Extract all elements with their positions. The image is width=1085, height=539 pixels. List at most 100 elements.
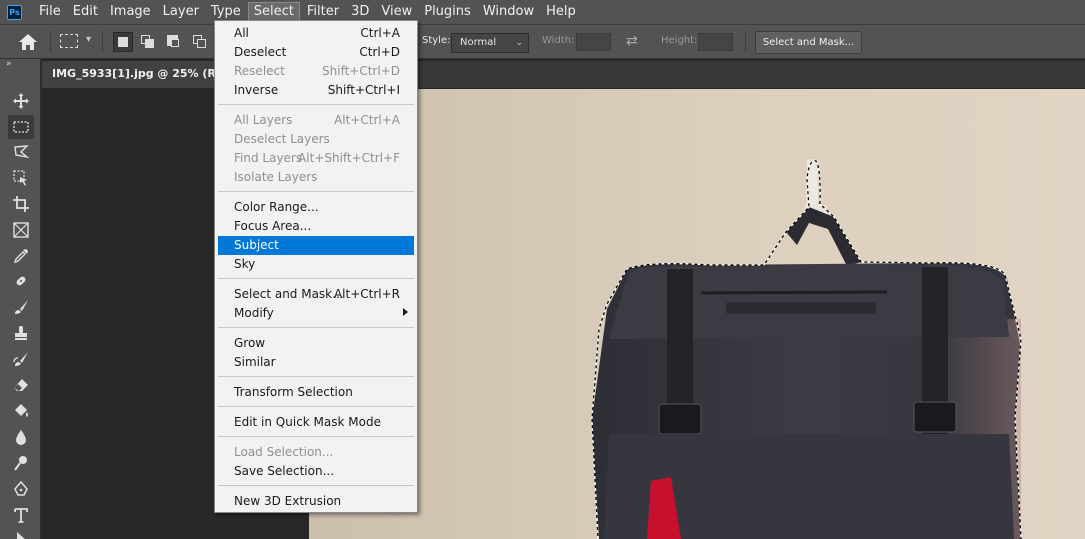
intersect-selection-button[interactable]: [190, 32, 210, 52]
collapse-panel-icon[interactable]: »: [6, 59, 11, 69]
width-field[interactable]: [576, 33, 611, 51]
menu-item-grow[interactable]: Grow: [218, 334, 414, 353]
menu-item-label: Save Selection...: [234, 464, 335, 478]
frame-tool[interactable]: [8, 218, 34, 242]
menu-separator: [218, 406, 414, 407]
hanging-strap: [786, 207, 861, 266]
menu-image[interactable]: Image: [105, 2, 156, 22]
paint-bucket-tool[interactable]: [8, 399, 34, 423]
document-image[interactable]: [309, 89, 1085, 539]
dodge-tool[interactable]: [8, 451, 34, 475]
menu-type[interactable]: Type: [206, 2, 246, 22]
home-icon[interactable]: [17, 32, 39, 52]
blur-tool[interactable]: [8, 425, 34, 449]
menu-item-load-selection[interactable]: Load Selection...: [218, 443, 414, 462]
pen-icon: [14, 480, 28, 496]
photoshop-window: Ps File Edit Image Layer Type Select Filter 3D V…: [0, 0, 1085, 539]
menu-separator: [218, 436, 414, 437]
menu-item-modify[interactable]: Modify: [218, 304, 414, 323]
dodge-icon: [14, 456, 27, 471]
menu-bar: Ps File Edit Image Layer Type Select Filter 3D V…: [0, 0, 1085, 24]
menu-item-subject[interactable]: Subject: [218, 236, 414, 255]
lasso-tool[interactable]: [8, 140, 34, 164]
history-brush-icon: [13, 352, 28, 366]
menu-item-isolate-layers[interactable]: Isolate Layers: [218, 168, 414, 187]
menu-item-label: Grow: [234, 336, 266, 350]
menu-item-color-range[interactable]: Color Range...: [218, 198, 414, 217]
style-select[interactable]: Normal ⌄: [451, 33, 529, 53]
pen-tool[interactable]: [8, 477, 34, 501]
menu-item-shortcut: Alt+Ctrl+A: [334, 113, 400, 127]
menu-item-find-layers[interactable]: Find Layers Alt+Shift+Ctrl+F: [218, 149, 414, 168]
menu-item-focus-area[interactable]: Focus Area...: [218, 217, 414, 236]
menu-item-label: Modify: [234, 306, 274, 320]
menu-help[interactable]: Help: [541, 2, 581, 22]
new-selection-button[interactable]: [113, 32, 133, 52]
menu-edit[interactable]: Edit: [68, 2, 103, 22]
menu-plugins[interactable]: Plugins: [419, 2, 476, 22]
frame-icon: [13, 222, 29, 238]
menu-filter[interactable]: Filter: [302, 2, 344, 22]
select-and-mask-button[interactable]: Select and Mask...: [755, 31, 862, 54]
healing-brush-icon: [16, 276, 26, 286]
menu-file[interactable]: File: [34, 2, 66, 22]
eyedropper-tool[interactable]: [8, 244, 34, 268]
brush-tool[interactable]: [8, 295, 34, 319]
menu-item-edit-in-quick-mask-mode[interactable]: Edit in Quick Mask Mode: [218, 413, 414, 432]
menu-item-inverse[interactable]: Inverse Shift+Ctrl+I: [218, 81, 414, 100]
subtract-from-selection-button[interactable]: [164, 32, 184, 52]
swap-icon[interactable]: ⇄: [626, 33, 638, 49]
menu-3d[interactable]: 3D: [346, 2, 374, 22]
menu-separator: [218, 278, 414, 279]
add-selection-icon-back: [145, 39, 154, 48]
menu-item-label: Similar: [234, 355, 276, 369]
menu-layer[interactable]: Layer: [158, 2, 204, 22]
divider: [50, 31, 51, 53]
divider: [102, 31, 103, 53]
menu-item-label: Deselect: [234, 45, 287, 59]
brush-icon: [15, 300, 28, 314]
menu-item-label: Deselect Layers: [234, 132, 330, 146]
eraser-tool[interactable]: [8, 373, 34, 397]
history-brush-tool[interactable]: [8, 347, 34, 371]
clone-stamp-tool[interactable]: [8, 321, 34, 345]
menu-item-shortcut: Alt+Ctrl+R: [333, 287, 400, 301]
move-tool[interactable]: [8, 89, 34, 113]
menu-item-deselect-layers[interactable]: Deselect Layers: [218, 130, 414, 149]
menu-item-all-layers[interactable]: All Layers Alt+Ctrl+A: [218, 111, 414, 130]
chevron-down-icon[interactable]: ▾: [86, 34, 91, 45]
menu-view[interactable]: View: [376, 2, 417, 22]
menu-select[interactable]: Select: [247, 2, 300, 22]
height-field[interactable]: [698, 33, 733, 51]
menu-item-save-selection[interactable]: Save Selection...: [218, 462, 414, 481]
menu-item-all[interactable]: All Ctrl+A: [218, 24, 414, 43]
height-label: Height:: [661, 35, 698, 46]
menu-item-new-3d-extrusion[interactable]: New 3D Extrusion: [218, 492, 414, 511]
menu-item-transform-selection[interactable]: Transform Selection: [218, 383, 414, 402]
marquee-preset-icon[interactable]: [60, 34, 78, 48]
object-selection-tool[interactable]: [8, 166, 34, 190]
menu-item-select-and-mask[interactable]: Select and Mask... Alt+Ctrl+R: [218, 285, 414, 304]
paint-bucket-icon: [15, 404, 28, 417]
rectangular-marquee-tool[interactable]: [8, 115, 34, 139]
menu-item-sky[interactable]: Sky: [218, 255, 414, 274]
type-tool[interactable]: [8, 503, 34, 527]
add-to-selection-button[interactable]: [138, 32, 158, 52]
menu-item-label: New 3D Extrusion: [234, 494, 342, 508]
menu-item-deselect[interactable]: Deselect Ctrl+D: [218, 43, 414, 62]
menu-item-reselect[interactable]: Reselect Shift+Ctrl+D: [218, 62, 414, 81]
menu-item-label: Color Range...: [234, 200, 319, 214]
menu-item-similar[interactable]: Similar: [218, 353, 414, 372]
path-selection-tool[interactable]: [8, 527, 34, 539]
menu-item-label: Edit in Quick Mask Mode: [234, 415, 381, 429]
menu-item-label: Find Layers: [234, 151, 303, 165]
crop-tool[interactable]: [8, 192, 34, 216]
divider: [745, 31, 746, 53]
menu-window[interactable]: Window: [478, 2, 539, 22]
menu-separator: [218, 104, 414, 105]
rectangular-marquee-icon: [13, 121, 29, 133]
healing-brush-tool[interactable]: [8, 269, 34, 293]
select-menu-dropdown: All Ctrl+A Deselect Ctrl+D Reselect Shift+Ctr…: [214, 20, 418, 513]
clone-stamp-icon: [15, 326, 27, 340]
type-icon: [14, 508, 28, 523]
